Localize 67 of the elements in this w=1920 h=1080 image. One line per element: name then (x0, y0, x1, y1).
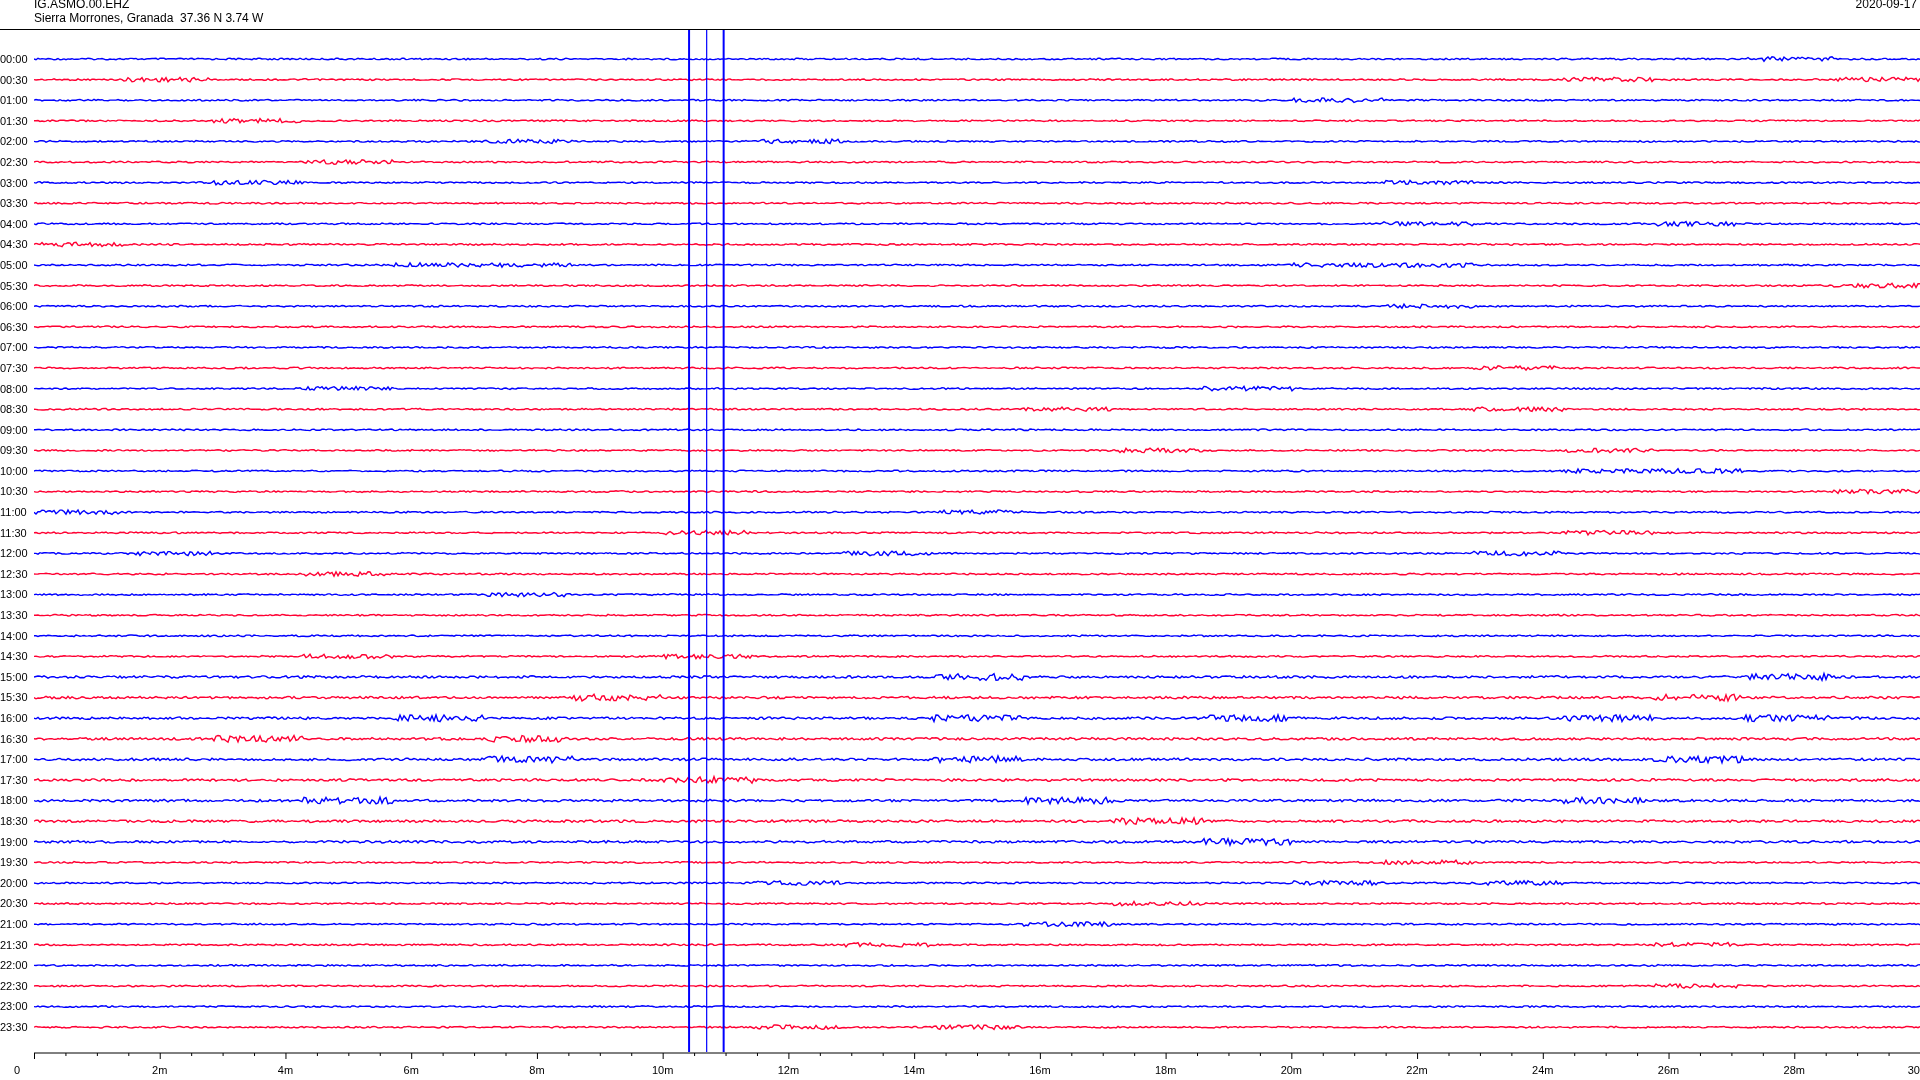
time-label: 21:30 (0, 937, 29, 953)
time-label: 14:00 (0, 628, 29, 644)
station-location: Sierra Morrones, Granada 37.36 N 3.74 W (34, 11, 264, 25)
axis-tick-label: 14m (902, 1064, 926, 1078)
time-label: 13:30 (0, 608, 29, 624)
time-label: 02:30 (0, 154, 29, 170)
time-label: 05:30 (0, 278, 29, 294)
axis-tick-label: 0 (12, 1064, 22, 1078)
axis-tick-label: 10m (650, 1064, 675, 1078)
time-label: 07:00 (0, 340, 29, 356)
time-label: 04:30 (0, 237, 29, 253)
time-label: 06:00 (0, 299, 29, 315)
time-label: 16:30 (0, 731, 29, 747)
axis-tick-label: 26m (1656, 1064, 1681, 1078)
time-label: 21:00 (0, 916, 29, 932)
axis-tick-label: 18m (1153, 1064, 1178, 1078)
time-label: 02:00 (0, 134, 29, 150)
axis-tick-label: 4m (276, 1064, 295, 1078)
time-label: 23:00 (0, 999, 29, 1015)
axis-tick-label: 24m (1531, 1064, 1555, 1078)
time-label: 18:00 (0, 793, 29, 809)
time-label: 08:00 (0, 381, 29, 397)
axis-tick-label: 22m (1405, 1064, 1429, 1078)
time-label: 13:00 (0, 587, 29, 603)
time-label: 06:30 (0, 319, 29, 335)
time-label: 17:30 (0, 772, 29, 788)
time-label: 14:30 (0, 649, 29, 665)
station-code: IG.ASMO.00.EHZ (34, 0, 131, 11)
time-label: 15:00 (0, 669, 29, 685)
time-label: 23:30 (0, 1019, 29, 1035)
axis-tick-label: 16m (1028, 1064, 1052, 1078)
time-label: 11:00 (0, 505, 28, 521)
time-label: 11:30 (0, 525, 28, 541)
time-label: 10:30 (0, 484, 29, 500)
time-label: 07:30 (0, 360, 29, 376)
time-label: 17:00 (0, 752, 29, 768)
axis-tick-label: 28m (1782, 1064, 1806, 1078)
time-label: 08:30 (0, 402, 29, 418)
time-label: 18:30 (0, 813, 29, 829)
time-label: 19:00 (0, 834, 29, 850)
time-label: 20:30 (0, 896, 29, 912)
time-label: 05:00 (0, 257, 29, 273)
time-label: 03:30 (0, 196, 29, 212)
plot-date: 2020-09-17 (1855, 0, 1917, 13)
axis-tick-label: 30 (1907, 1064, 1920, 1078)
time-label: 10:00 (0, 463, 29, 479)
time-label: 19:30 (0, 855, 29, 871)
time-label: 12:30 (0, 566, 29, 582)
time-label: 22:30 (0, 978, 29, 994)
time-label: 01:00 (0, 93, 29, 109)
time-label: 16:00 (0, 711, 29, 726)
axis-tick-label: 6m (402, 1064, 420, 1078)
time-label: 20:00 (0, 875, 29, 891)
time-label: 04:00 (0, 216, 29, 232)
time-label: 15:30 (0, 690, 29, 706)
axis-tick-label: 20m (1279, 1064, 1304, 1078)
time-label: 00:00 (0, 52, 29, 67)
axis-tick-label: 8m (528, 1064, 546, 1078)
time-label: 09:30 (0, 443, 29, 459)
time-label: 22:00 (0, 958, 29, 974)
time-label: 09:00 (0, 422, 29, 438)
axis-tick-label: 2m (151, 1064, 169, 1078)
time-label: 01:30 (0, 113, 29, 129)
time-label: 00:30 (0, 72, 29, 88)
time-label: 12:00 (0, 546, 29, 562)
time-label: 03:00 (0, 175, 29, 191)
axis-tick-label: 12m (776, 1064, 801, 1078)
